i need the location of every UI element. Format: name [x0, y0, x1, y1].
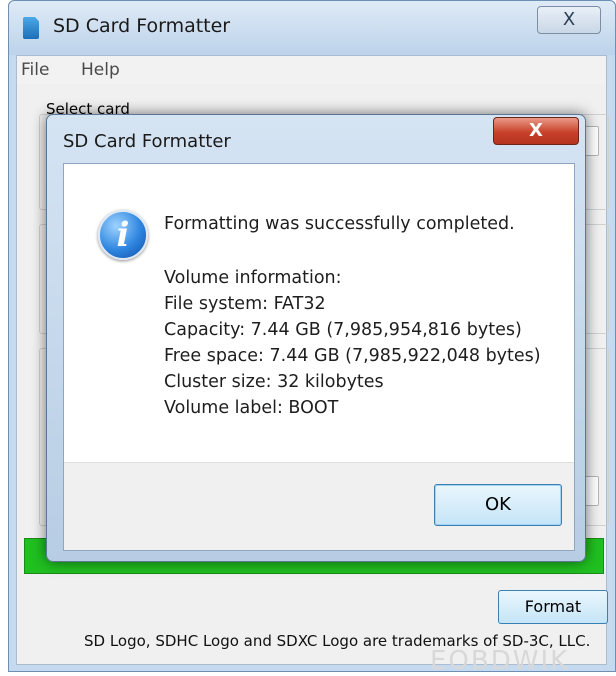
menu-bar: File Help — [17, 56, 606, 84]
volume-info-heading: Volume information: — [164, 268, 342, 288]
file-system-line: File system: FAT32 — [164, 294, 326, 314]
completion-dialog: SD Card Formatter X i Formatting was suc… — [46, 114, 586, 562]
dialog-close-button[interactable]: X — [493, 117, 579, 145]
window-title: SD Card Formatter — [53, 15, 231, 37]
menu-file[interactable]: File — [21, 60, 49, 80]
title-bar[interactable]: SD Card Formatter X — [9, 1, 615, 55]
ok-button[interactable]: OK — [434, 484, 562, 526]
success-message: Formatting was successfully completed. — [164, 214, 515, 234]
free-space-line: Free space: 7.44 GB (7,985,922,048 bytes… — [164, 346, 541, 366]
dialog-body: i Formatting was successfully completed.… — [63, 163, 575, 551]
capacity-line: Capacity: 7.44 GB (7,985,954,816 bytes) — [164, 320, 522, 340]
dialog-title: SD Card Formatter — [63, 131, 231, 152]
close-button[interactable]: X — [537, 6, 601, 34]
volume-label-line: Volume label: BOOT — [164, 398, 339, 418]
menu-help[interactable]: Help — [81, 60, 120, 80]
cluster-size-line: Cluster size: 32 kilobytes — [164, 372, 384, 392]
info-icon: i — [98, 210, 148, 260]
format-button[interactable]: Format — [498, 590, 608, 624]
sd-card-app-icon — [23, 17, 39, 39]
